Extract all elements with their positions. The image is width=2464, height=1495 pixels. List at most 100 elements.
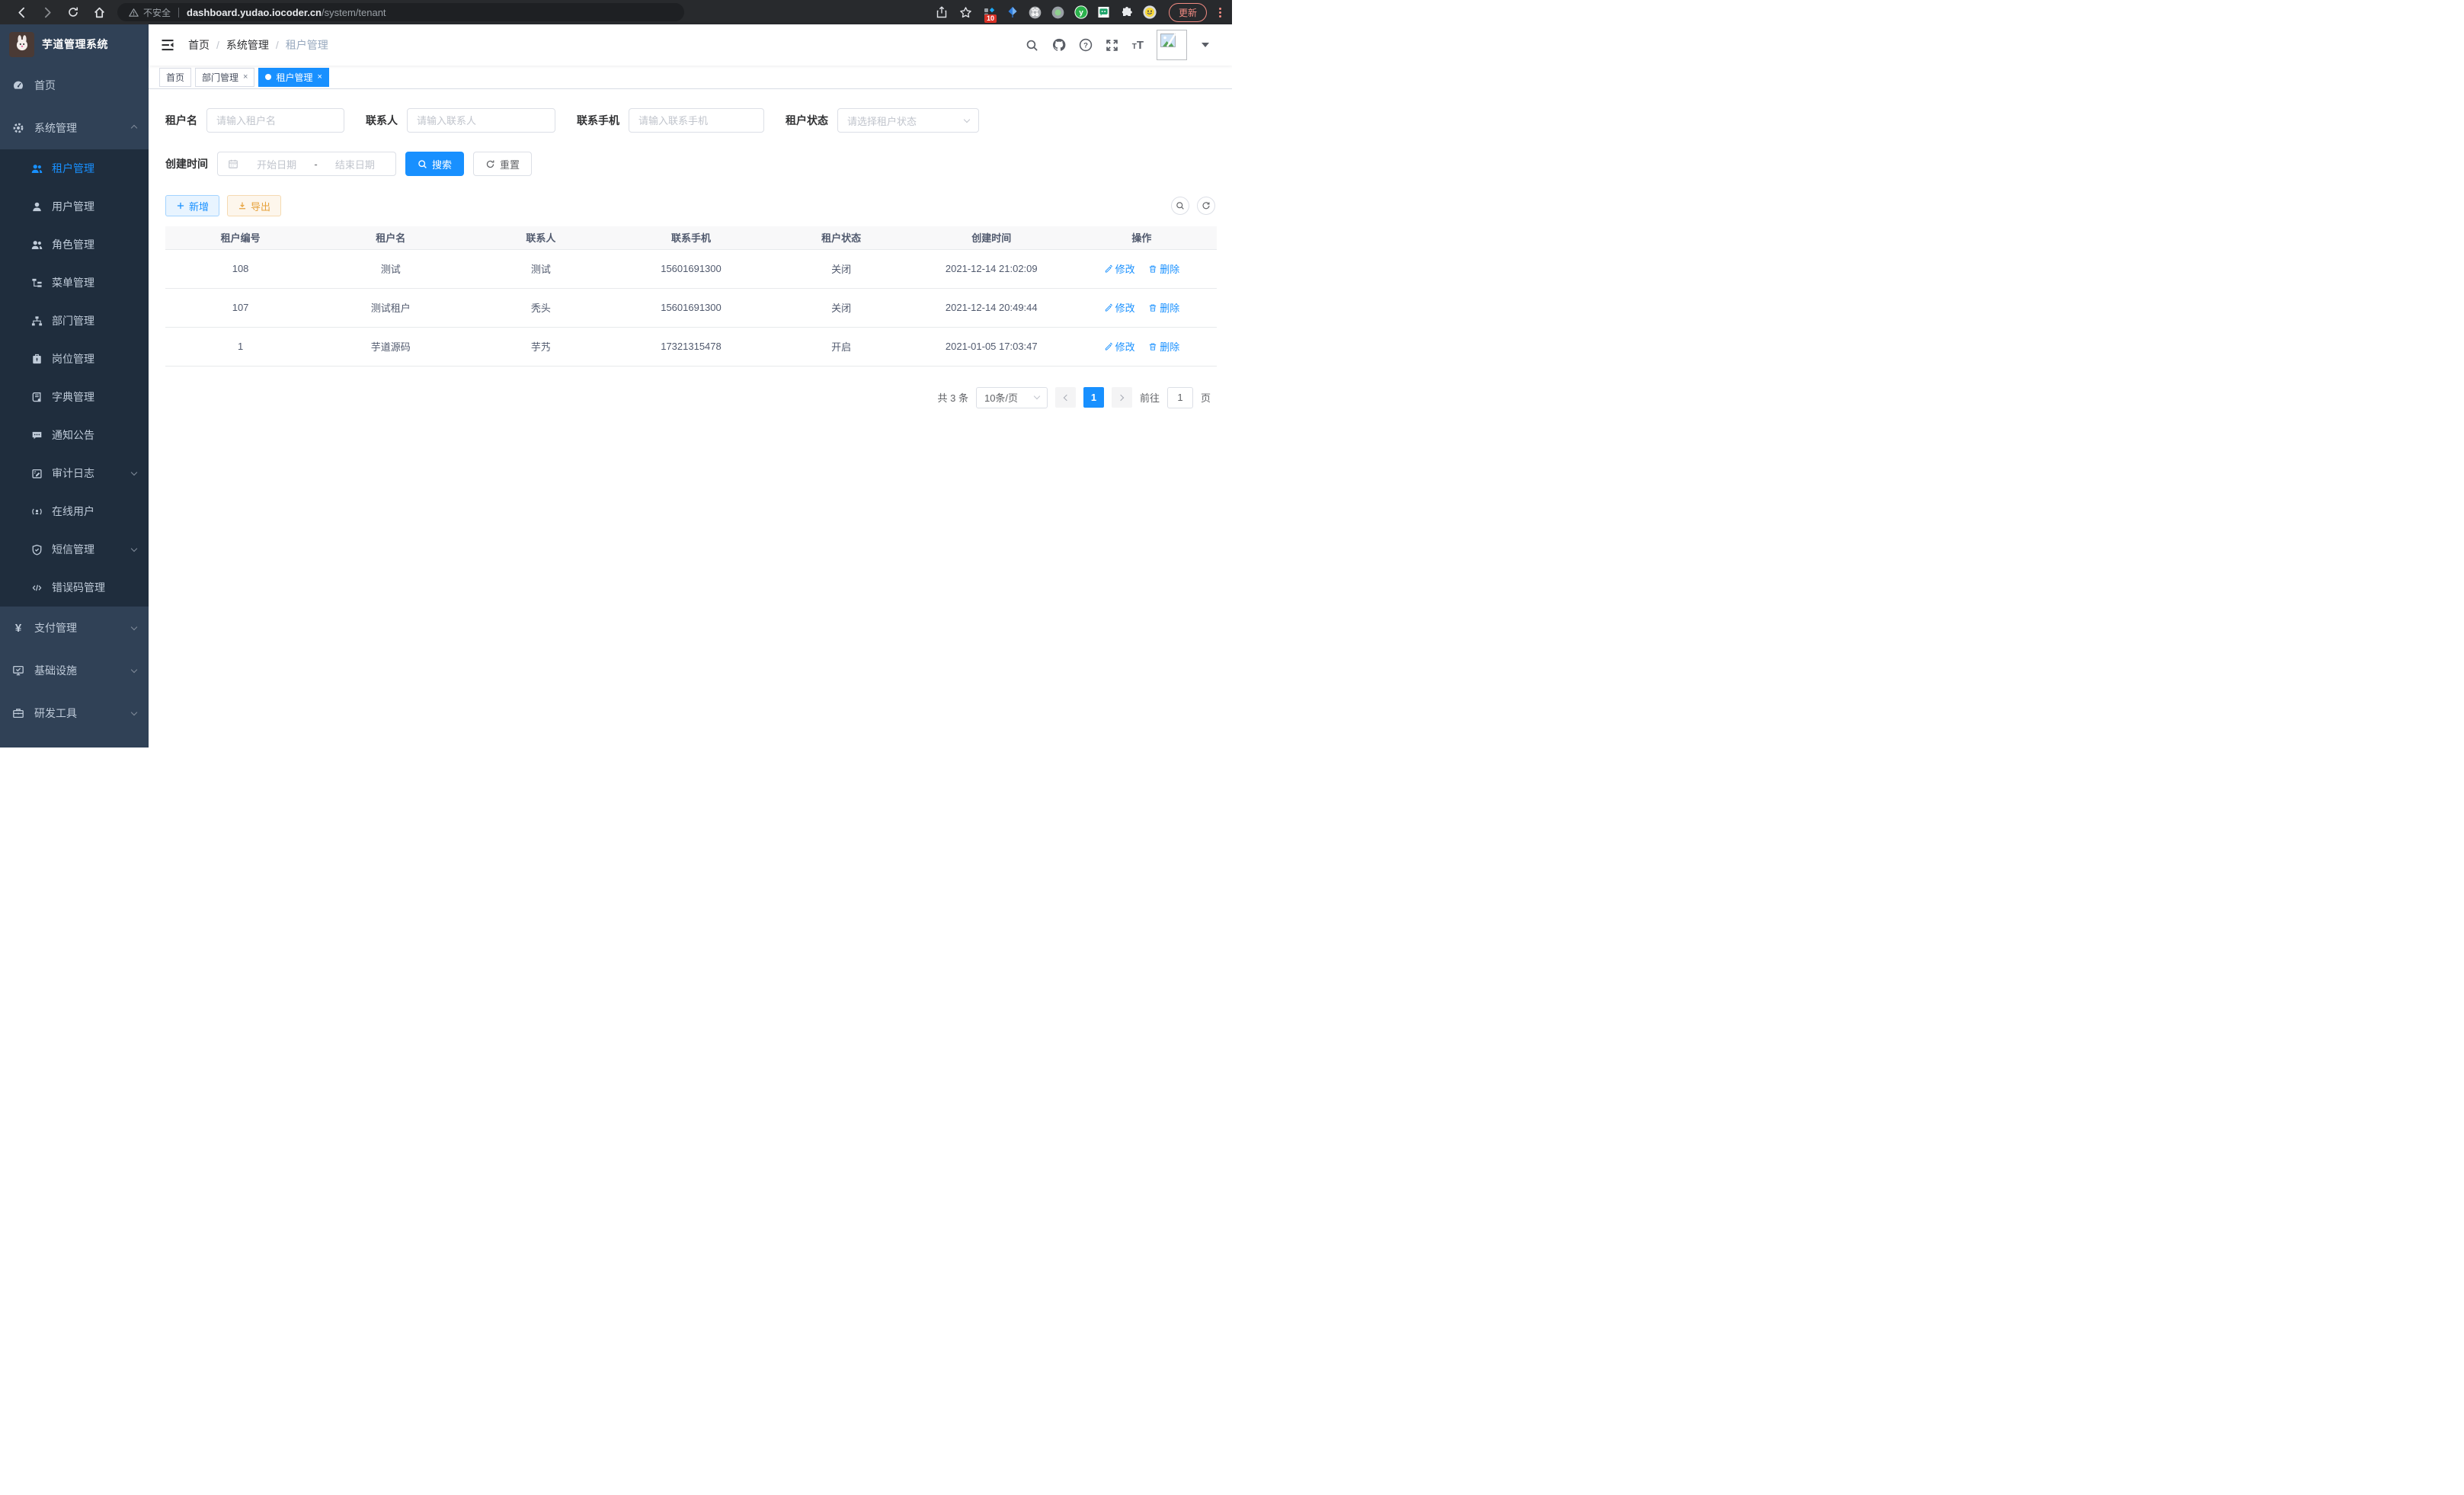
- close-icon[interactable]: ×: [317, 72, 322, 82]
- chevron-down-icon: [131, 545, 137, 551]
- browser-toolbar: 不安全 dashboard.yudao.iocoder.cn /system/t…: [0, 0, 1232, 24]
- goto-page-input[interactable]: [1167, 387, 1193, 408]
- fullscreen-icon[interactable]: [1106, 38, 1119, 52]
- tree-menu-icon: [30, 277, 43, 289]
- sidebar-item-devtools[interactable]: 研发工具: [0, 692, 149, 735]
- sidebar-item-system[interactable]: 系统管理: [0, 107, 149, 149]
- font-size-icon[interactable]: TT: [1132, 39, 1144, 52]
- delete-row-button[interactable]: 删除: [1148, 339, 1179, 354]
- sidebar-item-label: 首页: [34, 78, 56, 93]
- search-button[interactable]: 搜索: [405, 152, 464, 176]
- sidebar-item-home[interactable]: 首页: [0, 64, 149, 107]
- browser-reload-icon[interactable]: [66, 5, 81, 20]
- yapi-extension-icon[interactable]: y: [1074, 5, 1088, 19]
- navbar-actions: ? TT: [1026, 30, 1209, 60]
- delete-row-button[interactable]: 删除: [1148, 300, 1179, 315]
- sidebar-subitem-tenant[interactable]: 租户管理: [0, 149, 149, 187]
- sidebar-collapse-icon[interactable]: [160, 37, 175, 53]
- sidebar-subitem-dict[interactable]: 字典管理: [0, 378, 149, 416]
- app-title: 芋道管理系统: [42, 37, 108, 52]
- chevron-down-icon: [964, 116, 970, 122]
- prev-page-button[interactable]: [1055, 387, 1076, 408]
- tenant-name-input[interactable]: [206, 108, 344, 133]
- screen-root: 不安全 dashboard.yudao.iocoder.cn /system/t…: [0, 0, 1232, 748]
- share-icon[interactable]: [934, 5, 949, 20]
- contact-input[interactable]: [407, 108, 555, 133]
- shield-check-icon: [30, 543, 43, 555]
- export-button[interactable]: 导出: [227, 195, 281, 216]
- next-page-button[interactable]: [1112, 387, 1132, 408]
- goto-label: 前往: [1140, 390, 1160, 405]
- browser-menu-icon[interactable]: [1216, 8, 1224, 18]
- sidebar-subitem-online-users[interactable]: 在线用户: [0, 492, 149, 530]
- help-icon[interactable]: ?: [1079, 38, 1093, 52]
- sidebar-subitem-sms[interactable]: 短信管理: [0, 530, 149, 568]
- user-avatar[interactable]: [1157, 30, 1187, 60]
- edit-row-button[interactable]: 修改: [1104, 261, 1135, 276]
- not-secure-label: 不安全: [143, 6, 171, 19]
- browser-back-icon[interactable]: [14, 5, 29, 20]
- edit-row-button[interactable]: 修改: [1104, 300, 1135, 315]
- table-row: 108 测试 测试 15601691300 关闭 2021-12-14 21:0…: [165, 249, 1217, 288]
- sidebar-subitem-notice[interactable]: 通知公告: [0, 416, 149, 454]
- breadcrumb-system[interactable]: 系统管理: [226, 37, 269, 53]
- search-icon[interactable]: [1026, 38, 1039, 52]
- online-user-icon: [30, 505, 43, 517]
- sidebar-subitem-audit-log[interactable]: 审计日志: [0, 454, 149, 492]
- active-tab-dot: [265, 74, 271, 80]
- browser-forward-icon[interactable]: [40, 5, 55, 20]
- tab-home[interactable]: 首页: [159, 68, 191, 87]
- sidebar-subitem-user[interactable]: 用户管理: [0, 187, 149, 226]
- sidebar-subitem-post[interactable]: 岗位管理: [0, 340, 149, 378]
- tab-label: 租户管理: [276, 71, 312, 84]
- kite-extension-icon[interactable]: [1006, 5, 1019, 19]
- tab-tenant[interactable]: 租户管理 ×: [258, 68, 328, 87]
- close-icon[interactable]: ×: [243, 72, 248, 82]
- col-contact: 联系人: [466, 226, 616, 249]
- sidebar-subitem-dept[interactable]: 部门管理: [0, 302, 149, 340]
- avatar-dropdown-caret[interactable]: [1202, 43, 1209, 47]
- sidebar-item-payment[interactable]: ¥ 支付管理: [0, 607, 149, 649]
- browser-update-button[interactable]: 更新: [1169, 3, 1207, 22]
- col-tenant-name: 租户名: [315, 226, 466, 249]
- page-content: 租户名 联系人 联系手机: [149, 89, 1232, 748]
- show-search-toggle-button[interactable]: [1171, 197, 1189, 215]
- table-row: 1 芋道源码 芋艿 17321315478 开启 2021-01-05 17:0…: [165, 327, 1217, 366]
- edit-row-button[interactable]: 修改: [1104, 339, 1135, 354]
- edit-log-icon: [30, 467, 43, 479]
- code-icon: [30, 581, 43, 594]
- bookmark-star-icon[interactable]: [958, 5, 974, 20]
- browser-home-icon[interactable]: [91, 5, 107, 20]
- sidebar-subitem-error-code[interactable]: 错误码管理: [0, 568, 149, 607]
- navbar: 首页 / 系统管理 / 租户管理 ?: [149, 24, 1232, 66]
- chat-extension-icon[interactable]: [1097, 5, 1111, 19]
- chevron-down-icon: [131, 709, 137, 715]
- url-host: dashboard.yudao.iocoder.cn: [187, 7, 322, 18]
- reset-button[interactable]: 重置: [473, 152, 532, 176]
- address-bar[interactable]: 不安全 dashboard.yudao.iocoder.cn /system/t…: [117, 3, 684, 21]
- current-page-button[interactable]: 1: [1083, 387, 1104, 408]
- recorder-extension-icon[interactable]: [1051, 5, 1065, 19]
- pinned-extension-icon[interactable]: 10: [983, 5, 997, 19]
- phone-input[interactable]: [629, 108, 764, 133]
- page-size-select[interactable]: 10条/页: [976, 387, 1048, 408]
- dictionary-book-icon: [30, 391, 43, 403]
- extensions-puzzle-icon[interactable]: [1120, 5, 1134, 19]
- refresh-table-button[interactable]: [1197, 197, 1215, 215]
- sidebar-item-infrastructure[interactable]: 基础设施: [0, 649, 149, 692]
- tab-dept[interactable]: 部门管理 ×: [195, 68, 254, 87]
- breadcrumb-home[interactable]: 首页: [188, 37, 210, 53]
- create-time-range-picker[interactable]: 开始日期 - 结束日期: [217, 152, 396, 176]
- sidebar-subitem-role[interactable]: 角色管理: [0, 226, 149, 264]
- delete-row-button[interactable]: 删除: [1148, 261, 1179, 276]
- sidebar-subitem-menu[interactable]: 菜单管理: [0, 264, 149, 302]
- create-time-label: 创建时间: [165, 156, 208, 171]
- add-button[interactable]: 新增: [165, 195, 219, 216]
- breadcrumb-current: 租户管理: [286, 37, 328, 53]
- github-icon[interactable]: [1052, 38, 1066, 52]
- profile-avatar-icon[interactable]: [1143, 5, 1157, 19]
- monitor-icon: [12, 664, 24, 677]
- status-select[interactable]: 请选择租户状态: [837, 108, 979, 133]
- sidebar-logo: 芋道管理系统: [0, 24, 149, 64]
- command-extension-icon[interactable]: [1029, 5, 1042, 19]
